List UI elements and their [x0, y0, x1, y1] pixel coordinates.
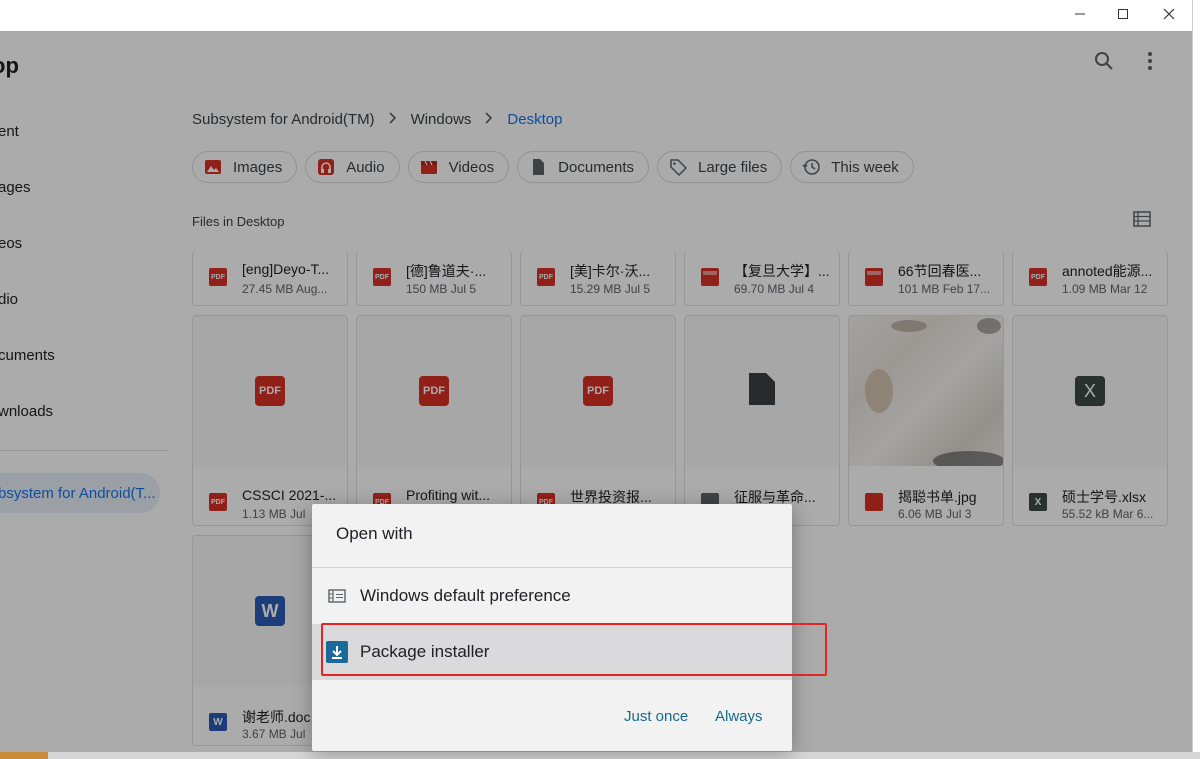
- always-button[interactable]: Always: [715, 708, 763, 725]
- option-label: Windows default preference: [360, 586, 571, 605]
- maximize-icon: [1117, 7, 1129, 25]
- taskbar-edge: [0, 752, 1200, 759]
- film-strip-icon: [326, 585, 348, 607]
- dialog-title: Open with: [336, 524, 413, 543]
- option-windows-default[interactable]: Windows default preference: [312, 568, 792, 624]
- background-window-edge: [1192, 0, 1200, 759]
- maximize-button[interactable]: [1100, 0, 1146, 31]
- highlight-annotation: [321, 623, 827, 676]
- window-titlebar: [0, 0, 1192, 31]
- just-once-button[interactable]: Just once: [624, 708, 688, 725]
- minimize-button[interactable]: [1057, 0, 1103, 31]
- taskbar-accent: [0, 752, 48, 759]
- app-root: op ent ages eos dio cuments wnloads bsys…: [0, 0, 1200, 759]
- minimize-icon: [1074, 7, 1086, 25]
- close-window-button[interactable]: [1146, 0, 1192, 31]
- close-icon: [1163, 7, 1175, 25]
